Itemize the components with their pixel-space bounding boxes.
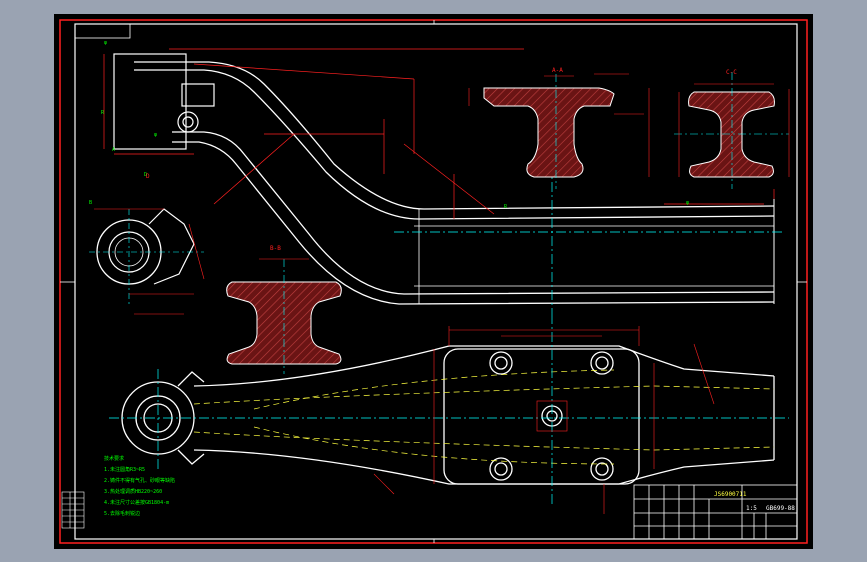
elevation-dims [103, 48, 775, 219]
section-label-aa: A-A [552, 67, 563, 74]
elevation-hub [113, 53, 215, 150]
plan-view [121, 345, 775, 485]
title-drawing-number: JS6900711 [714, 491, 747, 498]
section-cc [674, 72, 790, 189]
section-aa [468, 73, 650, 189]
technical-notes: 技术要求 1.未注圆角R3~R5 2.铸件不得有气孔、砂眼等缺陷 3.热处理调质… [104, 455, 175, 517]
section-label-bb: B-B [270, 245, 281, 252]
section-bb [226, 258, 342, 374]
cad-viewport[interactable]: φ R φ A R φ B D 技术要求 1.未注圆角R3~R5 2.铸件不得有… [54, 14, 813, 549]
cad-drawing: φ R φ A R φ B D 技术要求 1.未注圆角R3~R5 2.铸件不得有… [59, 19, 808, 544]
elevation-annotations: φ R φ A R φ [101, 40, 689, 210]
svg-text:A: A [112, 147, 115, 153]
svg-text:R: R [101, 110, 105, 116]
revision-table [61, 491, 85, 529]
svg-text:φ: φ [104, 40, 107, 46]
svg-text:R: R [504, 204, 508, 210]
section-label-cc: C-C [726, 69, 737, 76]
svg-text:φ: φ [686, 200, 689, 206]
title-material: GB699-88 [766, 505, 795, 512]
elevation-centerlines [394, 164, 784, 314]
detail-d: B D [89, 172, 205, 315]
title-ratio: 1:5 [746, 505, 757, 512]
note-5: 5.去除毛刺锐边 [104, 510, 140, 517]
note-3: 3.热处理调质HB220~260 [104, 488, 162, 495]
note-2: 2.铸件不得有气孔、砂眼等缺陷 [104, 477, 175, 484]
svg-text:B: B [89, 200, 92, 206]
plan-dims [373, 326, 715, 514]
svg-text:φ: φ [154, 132, 157, 138]
note-1: 1.未注圆角R3~R5 [104, 466, 145, 473]
plan-hidden-lines [193, 369, 775, 465]
drawing-no-box [74, 23, 131, 39]
view-label-d: D [146, 173, 150, 180]
notes-heading: 技术要求 [104, 455, 124, 462]
note-4: 4.未注尺寸公差按GB1804-m [104, 499, 169, 506]
